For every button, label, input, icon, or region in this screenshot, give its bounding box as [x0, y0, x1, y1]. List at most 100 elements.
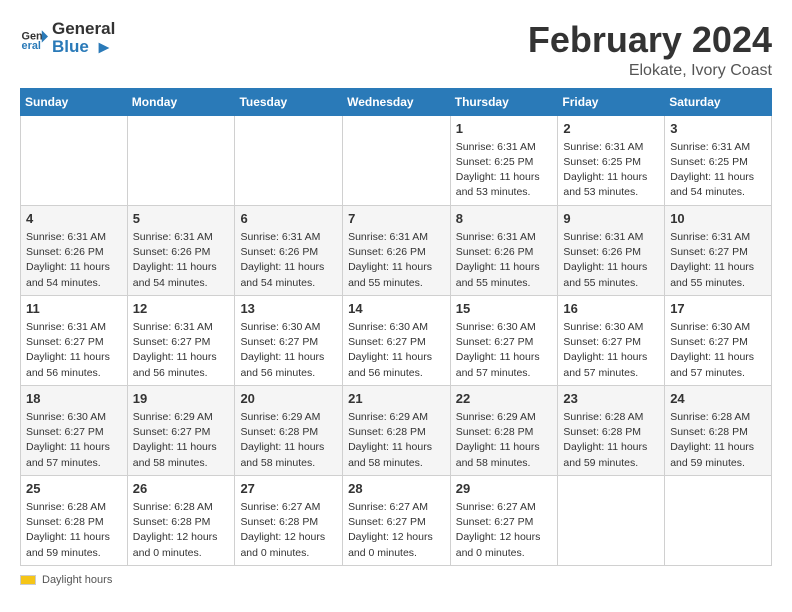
calendar-cell: 29 Sunrise: 6:27 AM Sunset: 6:27 PM Dayli…: [450, 475, 558, 565]
calendar-cell: 20 Sunrise: 6:29 AM Sunset: 6:28 PM Dayli…: [235, 385, 343, 475]
day-info: Sunrise: 6:30 AM Sunset: 6:27 PM Dayligh…: [240, 320, 337, 381]
day-number: 9: [563, 210, 659, 228]
calendar-cell: 6Sunrise: 6:31 AM Sunset: 6:26 PM Daylig…: [235, 205, 343, 295]
day-number: 26: [133, 480, 230, 498]
day-number: 27: [240, 480, 337, 498]
logo-icon: Gen eral: [20, 24, 48, 52]
day-number: 20: [240, 390, 337, 408]
calendar-cell: 21 Sunrise: 6:29 AM Sunset: 6:28 PM Dayli…: [343, 385, 451, 475]
day-number: 24: [670, 390, 766, 408]
day-info: Sunrise: 6:31 AM Sunset: 6:26 PM Dayligh…: [348, 230, 445, 291]
day-info: Sunrise: 6:29 AM Sunset: 6:28 PM Dayligh…: [456, 410, 553, 471]
footer: Daylight hours: [20, 574, 772, 586]
day-number: 25: [26, 480, 122, 498]
calendar-cell: [343, 115, 451, 205]
day-info: Sunrise: 6:29 AM Sunset: 6:28 PM Dayligh…: [240, 410, 337, 471]
day-number: 8: [456, 210, 553, 228]
calendar-cell: 16 Sunrise: 6:30 AM Sunset: 6:27 PM Dayli…: [558, 295, 665, 385]
calendar-cell: 4 Sunrise: 6:31 AM Sunset: 6:26 PM Daylig…: [21, 205, 128, 295]
calendar-cell: [235, 115, 343, 205]
subtitle: Elokate, Ivory Coast: [528, 62, 772, 80]
day-info: Sunrise: 6:27 AM Sunset: 6:27 PM Dayligh…: [456, 500, 553, 561]
day-number: 21: [348, 390, 445, 408]
calendar-cell: 27 Sunrise: 6:27 AM Sunset: 6:28 PM Dayli…: [235, 475, 343, 565]
day-info: Sunrise: 6:31 AM Sunset: 6:26 PM Dayligh…: [133, 230, 230, 291]
day-info: Sunrise: 6:31 AM Sunset: 6:26 PM Dayligh…: [26, 230, 122, 291]
day-info: Sunrise: 6:28 AM Sunset: 6:28 PM Dayligh…: [133, 500, 230, 561]
day-number: 18: [26, 390, 122, 408]
day-info: Sunrise: 6:28 AM Sunset: 6:28 PM Dayligh…: [26, 500, 122, 561]
calendar-cell: 24 Sunrise: 6:28 AM Sunset: 6:28 PM Dayli…: [665, 385, 772, 475]
calendar-cell: 8 Sunrise: 6:31 AM Sunset: 6:26 PM Daylig…: [450, 205, 558, 295]
calendar-week-row: 11 Sunrise: 6:31 AM Sunset: 6:27 PM Dayli…: [21, 295, 772, 385]
calendar-cell: 23 Sunrise: 6:28 AM Sunset: 6:28 PM Dayli…: [558, 385, 665, 475]
day-info: Sunrise: 6:31 AM Sunset: 6:25 PM Dayligh…: [670, 140, 766, 201]
calendar-cell: 19 Sunrise: 6:29 AM Sunset: 6:27 PM Dayli…: [127, 385, 235, 475]
day-info: Sunrise: 6:28 AM Sunset: 6:28 PM Dayligh…: [670, 410, 766, 471]
day-number: 5: [133, 210, 230, 228]
day-number: 15: [456, 300, 553, 318]
day-number: 16: [563, 300, 659, 318]
main-title: February 2024: [528, 20, 772, 60]
calendar-cell: 7 Sunrise: 6:31 AM Sunset: 6:26 PM Daylig…: [343, 205, 451, 295]
day-number: 12: [133, 300, 230, 318]
day-number: 6: [240, 210, 337, 228]
calendar-cell: [665, 475, 772, 565]
calendar-cell: 2Sunrise: 6:31 AM Sunset: 6:25 PM Daylig…: [558, 115, 665, 205]
day-header-wednesday: Wednesday: [343, 88, 451, 115]
day-info: Sunrise: 6:30 AM Sunset: 6:27 PM Dayligh…: [563, 320, 659, 381]
day-number: 7: [348, 210, 445, 228]
day-number: 3: [670, 120, 766, 138]
calendar-cell: 1Sunrise: 6:31 AM Sunset: 6:25 PM Daylig…: [450, 115, 558, 205]
day-info: Sunrise: 6:29 AM Sunset: 6:27 PM Dayligh…: [133, 410, 230, 471]
day-header-sunday: Sunday: [21, 88, 128, 115]
day-info: Sunrise: 6:31 AM Sunset: 6:26 PM Dayligh…: [456, 230, 553, 291]
calendar-cell: 12 Sunrise: 6:31 AM Sunset: 6:27 PM Dayli…: [127, 295, 235, 385]
day-info: Sunrise: 6:27 AM Sunset: 6:27 PM Dayligh…: [348, 500, 445, 561]
calendar-cell: 22 Sunrise: 6:29 AM Sunset: 6:28 PM Dayli…: [450, 385, 558, 475]
day-info: Sunrise: 6:30 AM Sunset: 6:27 PM Dayligh…: [26, 410, 122, 471]
day-number: 4: [26, 210, 122, 228]
calendar-cell: 3 Sunrise: 6:31 AM Sunset: 6:25 PM Daylig…: [665, 115, 772, 205]
day-number: 19: [133, 390, 230, 408]
day-number: 13: [240, 300, 337, 318]
daylight-label: Daylight hours: [42, 574, 112, 586]
day-info: Sunrise: 6:31 AM Sunset: 6:27 PM Dayligh…: [133, 320, 230, 381]
day-header-monday: Monday: [127, 88, 235, 115]
calendar-cell: 5 Sunrise: 6:31 AM Sunset: 6:26 PM Daylig…: [127, 205, 235, 295]
day-info: Sunrise: 6:28 AM Sunset: 6:28 PM Dayligh…: [563, 410, 659, 471]
calendar-header-row: SundayMondayTuesdayWednesdayThursdayFrid…: [21, 88, 772, 115]
day-number: 11: [26, 300, 122, 318]
header: Gen eral General Blue February 2024 Elok…: [20, 20, 772, 80]
day-number: 29: [456, 480, 553, 498]
calendar-cell: 15 Sunrise: 6:30 AM Sunset: 6:27 PM Dayli…: [450, 295, 558, 385]
day-info: Sunrise: 6:30 AM Sunset: 6:27 PM Dayligh…: [456, 320, 553, 381]
day-info: Sunrise: 6:27 AM Sunset: 6:28 PM Dayligh…: [240, 500, 337, 561]
day-header-tuesday: Tuesday: [235, 88, 343, 115]
calendar-cell: [21, 115, 128, 205]
calendar-cell: 9 Sunrise: 6:31 AM Sunset: 6:26 PM Daylig…: [558, 205, 665, 295]
calendar-cell: 17 Sunrise: 6:30 AM Sunset: 6:27 PM Dayli…: [665, 295, 772, 385]
day-info: Sunrise: 6:30 AM Sunset: 6:27 PM Dayligh…: [670, 320, 766, 381]
logo-arrow-icon: [95, 39, 113, 57]
day-number: 2: [563, 120, 659, 138]
calendar-cell: 18 Sunrise: 6:30 AM Sunset: 6:27 PM Dayli…: [21, 385, 128, 475]
day-info: Sunrise: 6:31 AM Sunset: 6:26 PM Dayligh…: [563, 230, 659, 291]
svg-text:eral: eral: [22, 40, 41, 52]
title-area: February 2024 Elokate, Ivory Coast: [528, 20, 772, 80]
day-number: 10: [670, 210, 766, 228]
logo-blue-text: Blue: [52, 37, 89, 56]
day-number: 28: [348, 480, 445, 498]
day-number: 17: [670, 300, 766, 318]
calendar-table: SundayMondayTuesdayWednesdayThursdayFrid…: [20, 88, 772, 566]
calendar-cell: [558, 475, 665, 565]
day-number: 23: [563, 390, 659, 408]
calendar-cell: 14Sunrise: 6:30 AM Sunset: 6:27 PM Dayli…: [343, 295, 451, 385]
logo: Gen eral General Blue: [20, 20, 115, 57]
calendar-week-row: 4 Sunrise: 6:31 AM Sunset: 6:26 PM Daylig…: [21, 205, 772, 295]
day-info: Sunrise: 6:31 AM Sunset: 6:27 PM Dayligh…: [670, 230, 766, 291]
day-info: Sunrise: 6:31 AM Sunset: 6:27 PM Dayligh…: [26, 320, 122, 381]
day-header-friday: Friday: [558, 88, 665, 115]
day-info: Sunrise: 6:29 AM Sunset: 6:28 PM Dayligh…: [348, 410, 445, 471]
day-number: 22: [456, 390, 553, 408]
